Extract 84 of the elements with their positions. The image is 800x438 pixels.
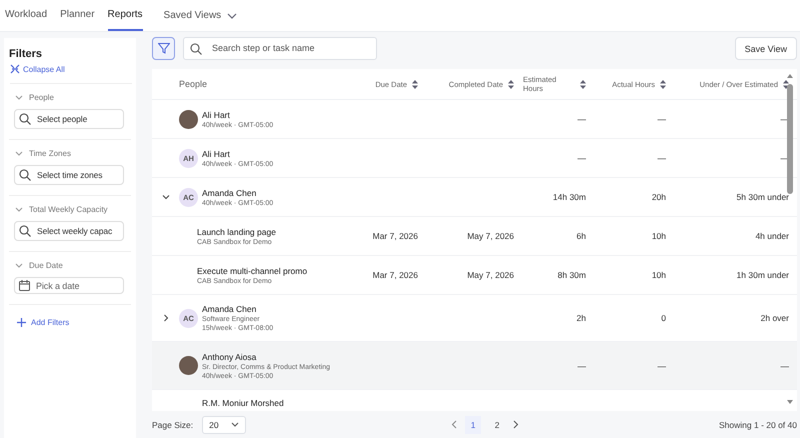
results-count: Showing 1 - 20 of 40 bbox=[719, 420, 797, 430]
filter-field[interactable]: Select weekly capac bbox=[14, 221, 124, 241]
sort-icon[interactable] bbox=[412, 80, 418, 88]
avatar-photo-placeholder bbox=[179, 110, 198, 128]
save-view-button[interactable]: Save View bbox=[734, 37, 797, 60]
chevron-down-icon bbox=[231, 422, 240, 427]
table-cell: 10h bbox=[652, 231, 666, 241]
table-cell: 20h bbox=[652, 192, 666, 202]
search-icon bbox=[19, 169, 31, 181]
filter-button[interactable] bbox=[152, 37, 175, 60]
table-cell: — bbox=[658, 153, 666, 163]
filter-section-toggle[interactable]: Time Zones bbox=[14, 149, 71, 158]
row-title: Ali Hart bbox=[202, 148, 231, 158]
table-cell: Mar 7, 2026 bbox=[372, 270, 418, 280]
chevron-icon[interactable] bbox=[162, 193, 170, 201]
sort-icon[interactable] bbox=[580, 80, 586, 88]
filter-input[interactable]: Select weekly capac bbox=[35, 225, 120, 237]
chevron-icon bbox=[15, 94, 23, 100]
filter-icon bbox=[158, 43, 170, 54]
sort-icon[interactable] bbox=[508, 80, 514, 88]
search-input[interactable]: Search step or task name bbox=[210, 42, 370, 55]
search-icon bbox=[19, 225, 31, 237]
nav-tab[interactable]: Planner bbox=[60, 0, 95, 31]
table-cell: 5h 30m under bbox=[736, 192, 789, 202]
filter-field[interactable]: Select time zones bbox=[14, 165, 124, 185]
avatar-photo-placeholder bbox=[179, 356, 198, 375]
column-header: People bbox=[179, 79, 208, 89]
table-cell: 14h 30m bbox=[552, 192, 586, 202]
table-cell: 2h bbox=[576, 313, 586, 323]
table-cell: 8h 30m bbox=[558, 270, 586, 280]
row-title: Anthony Aiosa bbox=[202, 352, 258, 362]
table-cell: 4h under bbox=[755, 231, 789, 241]
search-icon bbox=[190, 42, 202, 54]
search-field[interactable]: Search step or task name bbox=[183, 37, 377, 60]
page-size-select[interactable]: 20 bbox=[202, 416, 246, 434]
add-filters-link[interactable]: Add Filters bbox=[17, 318, 131, 327]
page-button[interactable]: 2 bbox=[489, 416, 506, 434]
filter-input[interactable]: Select time zones bbox=[35, 169, 120, 181]
chevron-icon[interactable] bbox=[162, 314, 170, 322]
chevron-icon bbox=[15, 206, 23, 212]
table-cell: 6h bbox=[576, 231, 586, 241]
row-title: Ali Hart bbox=[202, 110, 231, 120]
row-title: R.M. Moniur Morshed bbox=[202, 398, 284, 408]
table-cell: 10h bbox=[652, 270, 666, 280]
filter-field[interactable]: Select people bbox=[14, 109, 124, 129]
table-cell: Mar 7, 2026 bbox=[372, 231, 418, 241]
collapse-icon bbox=[10, 64, 20, 74]
page-button[interactable]: 1 bbox=[465, 416, 482, 434]
table-cell: — bbox=[780, 360, 789, 370]
chevron-icon bbox=[15, 262, 23, 268]
filter-section-toggle[interactable]: Total Weekly Capacity bbox=[14, 205, 108, 214]
nav-tab[interactable]: Reports bbox=[108, 0, 143, 31]
calendar-icon bbox=[19, 280, 30, 291]
filters-title: Filters bbox=[9, 48, 44, 60]
search-icon bbox=[19, 113, 31, 125]
previous-page-icon[interactable] bbox=[451, 420, 458, 429]
table-cell: — bbox=[658, 360, 666, 370]
table-cell: May 7, 2026 bbox=[467, 231, 514, 241]
filter-section-toggle[interactable]: People bbox=[14, 93, 54, 102]
table-cell: — bbox=[578, 360, 586, 370]
row-title: Launch landing page bbox=[197, 226, 276, 236]
row-title: Amanda Chen bbox=[202, 304, 258, 314]
filter-section-toggle[interactable]: Due Date bbox=[14, 261, 63, 270]
plus-icon bbox=[17, 318, 26, 327]
filter-input[interactable]: Pick a date bbox=[34, 280, 120, 292]
chevron-icon bbox=[15, 150, 23, 156]
table-cell: 2h over bbox=[760, 313, 789, 323]
row-title: Amanda Chen bbox=[202, 188, 258, 198]
table-cell: — bbox=[658, 114, 666, 124]
saved-views-dropdown[interactable]: Saved Views bbox=[164, 0, 238, 31]
table-cell: 1h 30m under bbox=[736, 270, 789, 280]
next-page-icon[interactable] bbox=[513, 420, 520, 429]
table-cell: — bbox=[578, 114, 586, 124]
nav-tab[interactable]: Workload bbox=[5, 0, 48, 31]
chevron-down-icon bbox=[227, 12, 238, 18]
sort-icon[interactable] bbox=[660, 80, 666, 88]
page-size-label: Page Size: bbox=[152, 420, 194, 430]
collapse-all-link[interactable]: Collapse All bbox=[10, 64, 132, 84]
filter-field[interactable]: Pick a date bbox=[14, 277, 124, 294]
table-cell: May 7, 2026 bbox=[467, 270, 514, 280]
table-cell: — bbox=[578, 153, 586, 163]
table-cell: 0 bbox=[661, 313, 666, 323]
row-title: Execute multi-channel promo bbox=[197, 266, 308, 276]
filter-input[interactable]: Select people bbox=[35, 113, 120, 125]
